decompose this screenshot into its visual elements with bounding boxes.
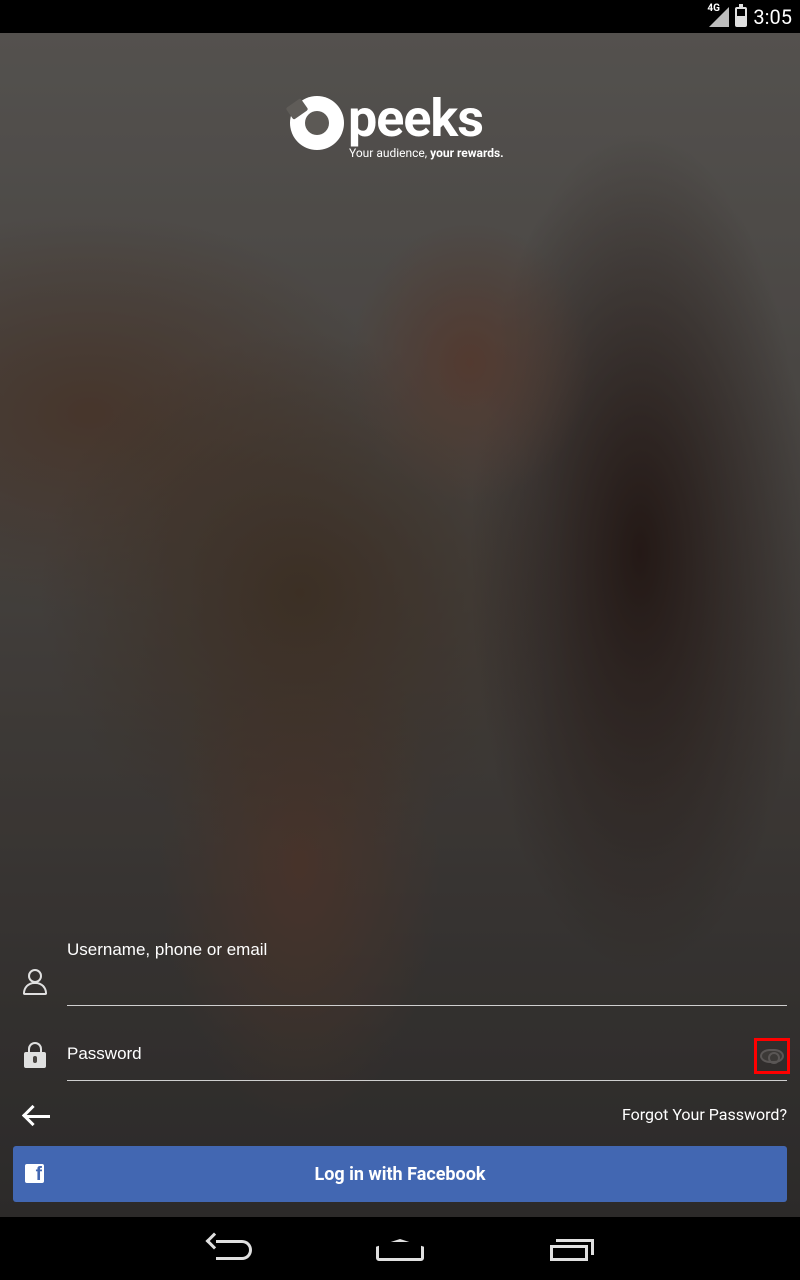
nav-back-button[interactable] [205, 1232, 252, 1262]
forgot-password-link[interactable]: Forgot Your Password? [622, 1105, 787, 1124]
status-bar: 4G 3:05 [0, 0, 800, 33]
username-underline [67, 1005, 787, 1006]
username-input[interactable] [67, 935, 787, 965]
eye-icon [760, 1049, 784, 1064]
tagline-regular: Your audience, [349, 146, 431, 160]
peeks-logo-mark-icon [290, 96, 344, 150]
signal-strength-icon [709, 7, 730, 27]
battery-icon [735, 4, 748, 27]
user-icon [20, 967, 50, 997]
back-button[interactable] [22, 1100, 54, 1132]
navigation-bar [0, 1217, 800, 1280]
logo-tagline: Your audience, your rewards. [349, 146, 504, 160]
status-icons: 4G 3:05 [707, 4, 792, 30]
logo-wordmark: peeks [348, 88, 484, 149]
nav-home-button[interactable] [376, 1239, 424, 1261]
password-underline [67, 1080, 787, 1081]
nav-recents-button[interactable] [550, 1239, 594, 1261]
peeks-logo: peeks Your audience, your rewards. [290, 88, 515, 166]
facebook-login-button[interactable]: f Log in with Facebook [13, 1146, 787, 1202]
lock-icon [20, 1040, 50, 1070]
signal-icon: 4G [707, 4, 730, 28]
tagline-bold: your rewards. [430, 146, 504, 160]
status-clock: 3:05 [753, 5, 792, 29]
facebook-login-label: Log in with Facebook [314, 1163, 486, 1185]
back-arrow-icon [26, 1114, 50, 1118]
facebook-icon: f [25, 1164, 44, 1183]
password-input[interactable] [67, 1039, 787, 1069]
show-password-toggle[interactable] [754, 1038, 790, 1074]
